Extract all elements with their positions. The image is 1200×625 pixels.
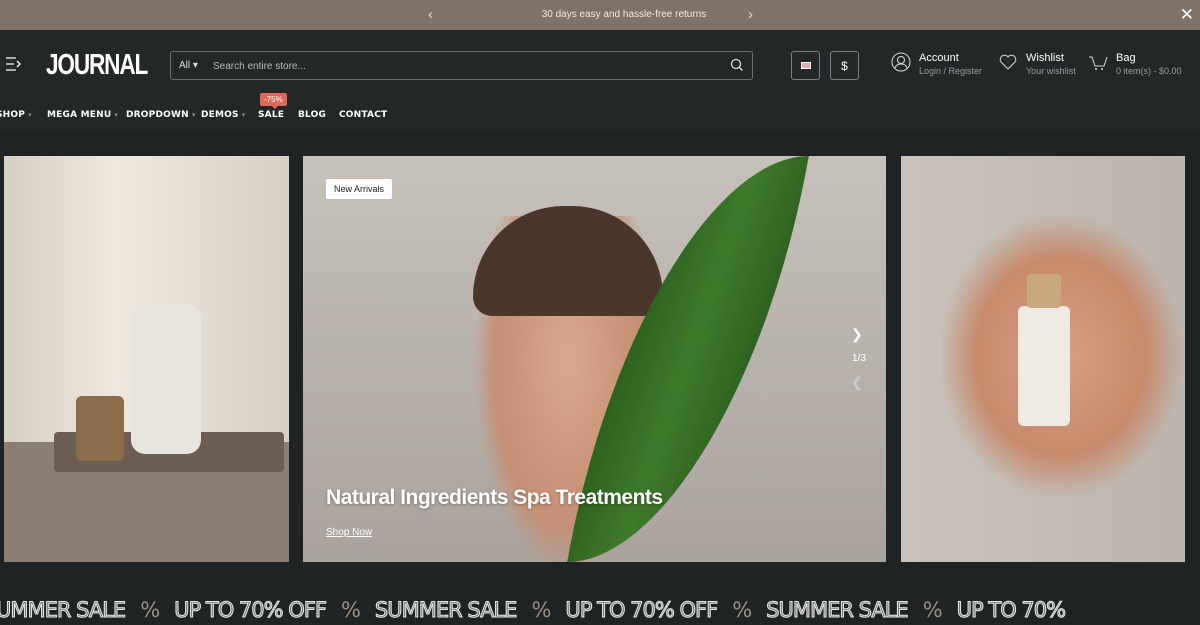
slide-pager: 1/3 [852,353,866,364]
announcement-text: 30 days easy and hassle-free returns [541,9,707,20]
account-subtitle: Login / Register [919,66,983,76]
marquee-text: UP TO 70% OFF [174,598,328,623]
slide-main[interactable]: New Arrivals Natural Ingredients Spa Tre… [303,156,886,562]
nav-contact[interactable]: CONTACT [339,110,387,120]
menu-icon[interactable] [6,57,22,71]
bag-link[interactable]: Bag 0 item(s) - $0.00 [1088,52,1182,76]
chevron-left-icon[interactable]: ❮ [851,374,863,391]
nav-dropdown[interactable]: DROPDOWN ▾ [126,110,196,120]
nav-shop[interactable]: SHOP▾ [0,110,32,120]
nav-mega-menu[interactable]: MEGA MENU ▾ [47,110,118,120]
bag-title: Bag [1116,52,1136,64]
heart-icon [999,54,1017,70]
caret-down-icon: ▾ [191,111,196,119]
slide-right-image[interactable] [901,156,1185,562]
search-bar: All ▾ [170,51,753,80]
new-arrivals-tag: New Arrivals [326,179,393,199]
shop-now-link[interactable]: Shop Now [326,527,372,538]
account-link[interactable]: Account Login / Register [891,52,982,76]
chevron-right-icon[interactable]: ❯ [851,326,863,343]
marquee-separator: % [531,598,551,622]
header: JOURNAL All ▾ $ AccountLogin / Register … [0,30,1200,133]
top-announcement-bar: ‹ 30 days easy and hassle-free returns ›… [0,0,1200,30]
search-input[interactable] [213,56,713,76]
marquee-separator: % [922,598,943,622]
caret-down-icon: ▾ [114,111,119,119]
promo-marquee: UMMER SALE% UP TO 70% OFF% SUMMER SALE% UP … [0,598,1080,623]
wishlist-title: Wishlist [1026,52,1064,64]
flag-icon [800,62,811,69]
nav-sale[interactable]: SALE [258,110,284,120]
slide-headline: Natural Ingredients Spa Treatments [326,486,663,509]
search-category-select[interactable]: All ▾ [179,60,198,71]
logo[interactable]: JOURNAL [46,49,148,82]
marquee-text: UP TO 70% OFF [565,598,719,623]
nav-demos[interactable]: DEMOS ▾ [201,110,245,120]
marquee-text: SUMMER SALE [374,598,518,623]
bag-subtitle: 0 item(s) - $0.00 [1116,66,1182,76]
marquee-separator: % [340,598,361,622]
cart-icon [1089,56,1108,70]
wishlist-subtitle: Your wishlist [1026,66,1076,76]
language-button[interactable] [791,51,820,80]
slide-left-image[interactable] [4,156,289,562]
chevron-right-icon[interactable]: › [748,6,753,23]
user-icon [891,52,911,72]
marquee-text: SUMMER SALE [766,598,910,623]
marquee-separator: % [732,598,752,622]
marquee-text: UP TO 70% [956,598,1066,623]
caret-down-icon: ▾ [241,111,246,119]
currency-button[interactable]: $ [830,51,859,80]
search-icon[interactable] [730,58,744,72]
nav-blog[interactable]: BLOG [298,110,326,120]
marquee-separator: % [140,598,160,622]
marquee-text: UMMER SALE [0,598,127,623]
wishlist-link[interactable]: Wishlist Your wishlist [998,52,1076,76]
close-icon[interactable]: ✕ [1180,5,1194,25]
sale-badge: -75% [260,93,287,109]
caret-down-icon: ▾ [28,111,32,119]
account-title: Account [919,52,959,64]
